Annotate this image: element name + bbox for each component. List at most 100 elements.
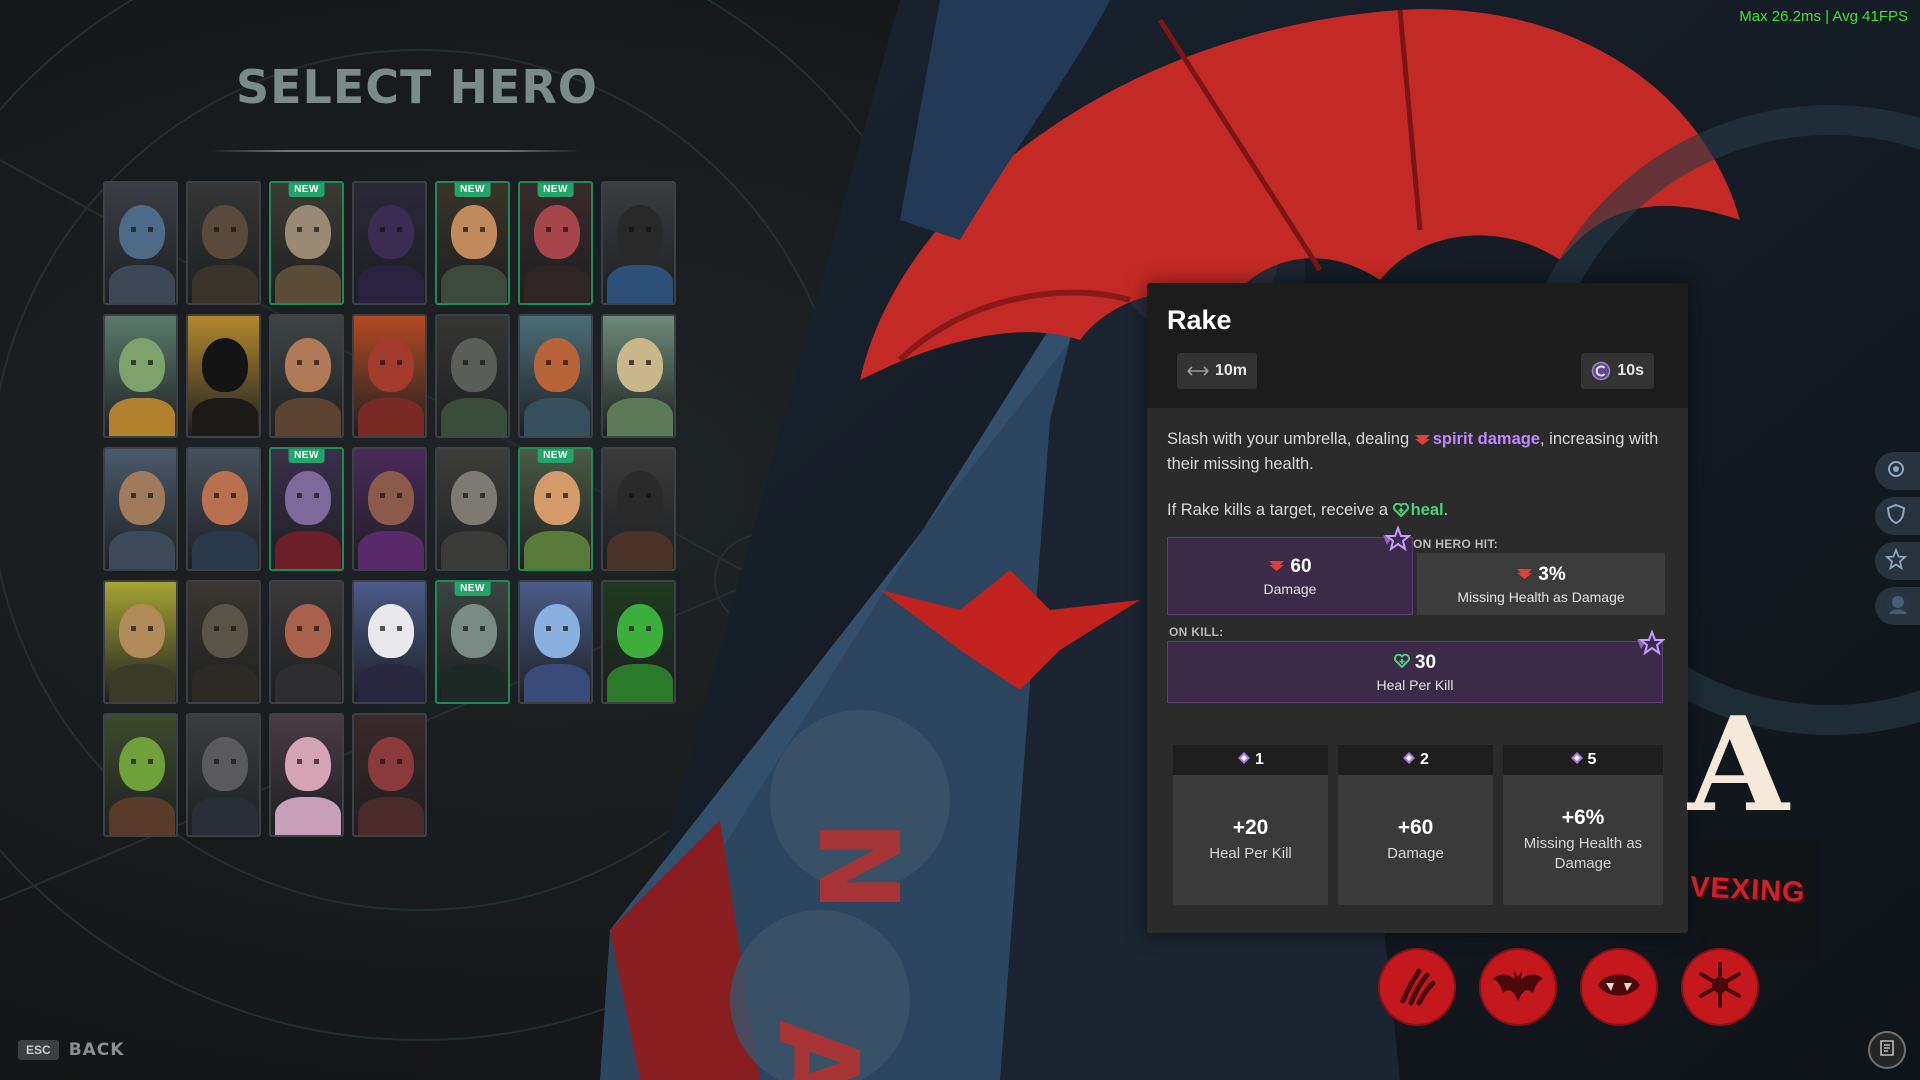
new-badge: NEW [454, 582, 491, 596]
heal-icon [1392, 501, 1409, 524]
hero-card[interactable]: NEW [269, 181, 344, 305]
new-badge: NEW [288, 183, 325, 197]
upgrade-tier-1: 1 +20 Heal Per Kill [1173, 745, 1328, 905]
hero-card[interactable] [103, 181, 178, 305]
range-chip: 10m [1177, 353, 1258, 389]
hero-card[interactable] [601, 447, 676, 571]
back-button[interactable]: ESC BACK [18, 1040, 124, 1060]
new-badge: NEW [288, 449, 325, 463]
hero-card[interactable] [103, 713, 178, 837]
hero-card[interactable] [103, 580, 178, 704]
hero-portrait [603, 582, 674, 702]
heal-label: Heal Per Kill [1376, 676, 1454, 693]
hero-card[interactable] [352, 580, 427, 704]
imbue-star-icon [1383, 525, 1411, 552]
hero-portrait [437, 582, 508, 702]
hero-card[interactable] [352, 713, 427, 837]
desc-text: If Rake kills a target, receive a [1167, 501, 1393, 519]
hero-card[interactable] [518, 314, 593, 438]
favorite-side-button[interactable] [1875, 542, 1920, 580]
hero-card[interactable] [186, 447, 261, 571]
hero-portrait [105, 183, 176, 303]
hero-card[interactable] [103, 314, 178, 438]
esc-key-hint: ESC [18, 1040, 59, 1060]
new-badge: NEW [537, 183, 574, 197]
back-label: BACK [68, 1040, 125, 1060]
range-value: 10m [1215, 362, 1248, 379]
hero-tag: VEXING [1689, 870, 1807, 910]
hero-card[interactable]: NEW [435, 181, 510, 305]
upgrade-value: +6% [1561, 806, 1605, 829]
claw-icon [1393, 961, 1441, 1013]
imbue-star-icon [1637, 629, 1665, 656]
ability-1-rake-button[interactable] [1378, 948, 1456, 1026]
shield-side-button[interactable] [1875, 497, 1920, 535]
hero-card[interactable] [601, 314, 676, 438]
hero-card[interactable] [352, 447, 427, 571]
hero-portrait [437, 316, 508, 436]
fps-counter: Max 26.2ms | Avg 41FPS [1739, 8, 1908, 25]
hero-card[interactable] [186, 181, 261, 305]
damage-value: 60 [1290, 555, 1312, 577]
hero-card[interactable] [269, 314, 344, 438]
hero-card[interactable] [186, 713, 261, 837]
hero-portrait [188, 316, 259, 436]
hero-portrait [354, 316, 425, 436]
ability-point-icon [1237, 751, 1251, 770]
hero-card[interactable] [601, 580, 676, 704]
hero-portrait [188, 183, 259, 303]
missing-health-value: 3% [1538, 563, 1566, 585]
ability-header: Rake 10m 10s [1147, 283, 1688, 408]
hero-portrait [603, 183, 674, 303]
missing-health-label: Missing Health as Damage [1457, 588, 1625, 605]
hero-portrait [105, 582, 176, 702]
hero-portrait [603, 316, 674, 436]
ability-3-bite-button[interactable] [1580, 948, 1658, 1026]
new-badge: NEW [537, 449, 574, 463]
hero-portrait [520, 449, 591, 569]
ability-4-ultimate-button[interactable] [1681, 948, 1759, 1026]
hero-card[interactable]: NEW [435, 580, 510, 704]
hero-card[interactable] [352, 181, 427, 305]
hero-side-button[interactable] [1875, 587, 1920, 625]
settings-side-button[interactable] [1875, 452, 1920, 490]
hero-card[interactable] [186, 580, 261, 704]
hero-card[interactable] [435, 447, 510, 571]
upgrade-tier-3: 5 +6% Missing Health as Damage [1503, 745, 1663, 905]
heal-per-kill-stat: 30 Heal Per Kill [1167, 641, 1663, 703]
hero-card[interactable] [186, 314, 261, 438]
hero-card[interactable] [269, 713, 344, 837]
hero-card[interactable]: NEW [518, 447, 593, 571]
hero-card[interactable]: NEW [269, 447, 344, 571]
upgrade-cost: 5 [1587, 751, 1597, 768]
hero-portrait [271, 715, 342, 835]
hero-portrait [271, 316, 342, 436]
hero-card[interactable] [352, 314, 427, 438]
hero-portrait [188, 715, 259, 835]
build-menu-button[interactable] [1868, 1031, 1906, 1069]
hero-card[interactable] [518, 580, 593, 704]
hero-card[interactable] [601, 181, 676, 305]
hero-card[interactable] [435, 314, 510, 438]
hero-card[interactable] [103, 447, 178, 571]
hero-card[interactable] [269, 580, 344, 704]
ability-tooltip: Rake 10m 10s Slash with your umbrella, d… [1147, 283, 1688, 933]
damage-label: Damage [1263, 580, 1317, 597]
upgrade-cost: 2 [1420, 751, 1429, 768]
star-icon [1884, 547, 1908, 574]
hero-portrait [105, 715, 176, 835]
on-hero-hit-label: ON HERO HIT: [1413, 537, 1498, 551]
burst-icon [1695, 960, 1745, 1014]
hero-grid: NEW NEW NEW NEW NEW NEW [103, 181, 676, 837]
upgrade-label: Heal Per Kill [1209, 845, 1292, 862]
cooldown-value: 10s [1617, 362, 1644, 379]
missing-health-stat: 3% Missing Health as Damage [1417, 553, 1665, 615]
hero-portrait [105, 449, 176, 569]
upgrade-label: Damage [1387, 845, 1444, 862]
ability-2-bat-button[interactable] [1479, 948, 1557, 1026]
hero-card[interactable]: NEW [518, 181, 593, 305]
svg-text:A: A [754, 1020, 882, 1080]
upgrade-tier-2: 2 +60 Damage [1338, 745, 1493, 905]
ability-point-icon [1402, 751, 1416, 770]
ability-point-icon [1570, 751, 1584, 770]
